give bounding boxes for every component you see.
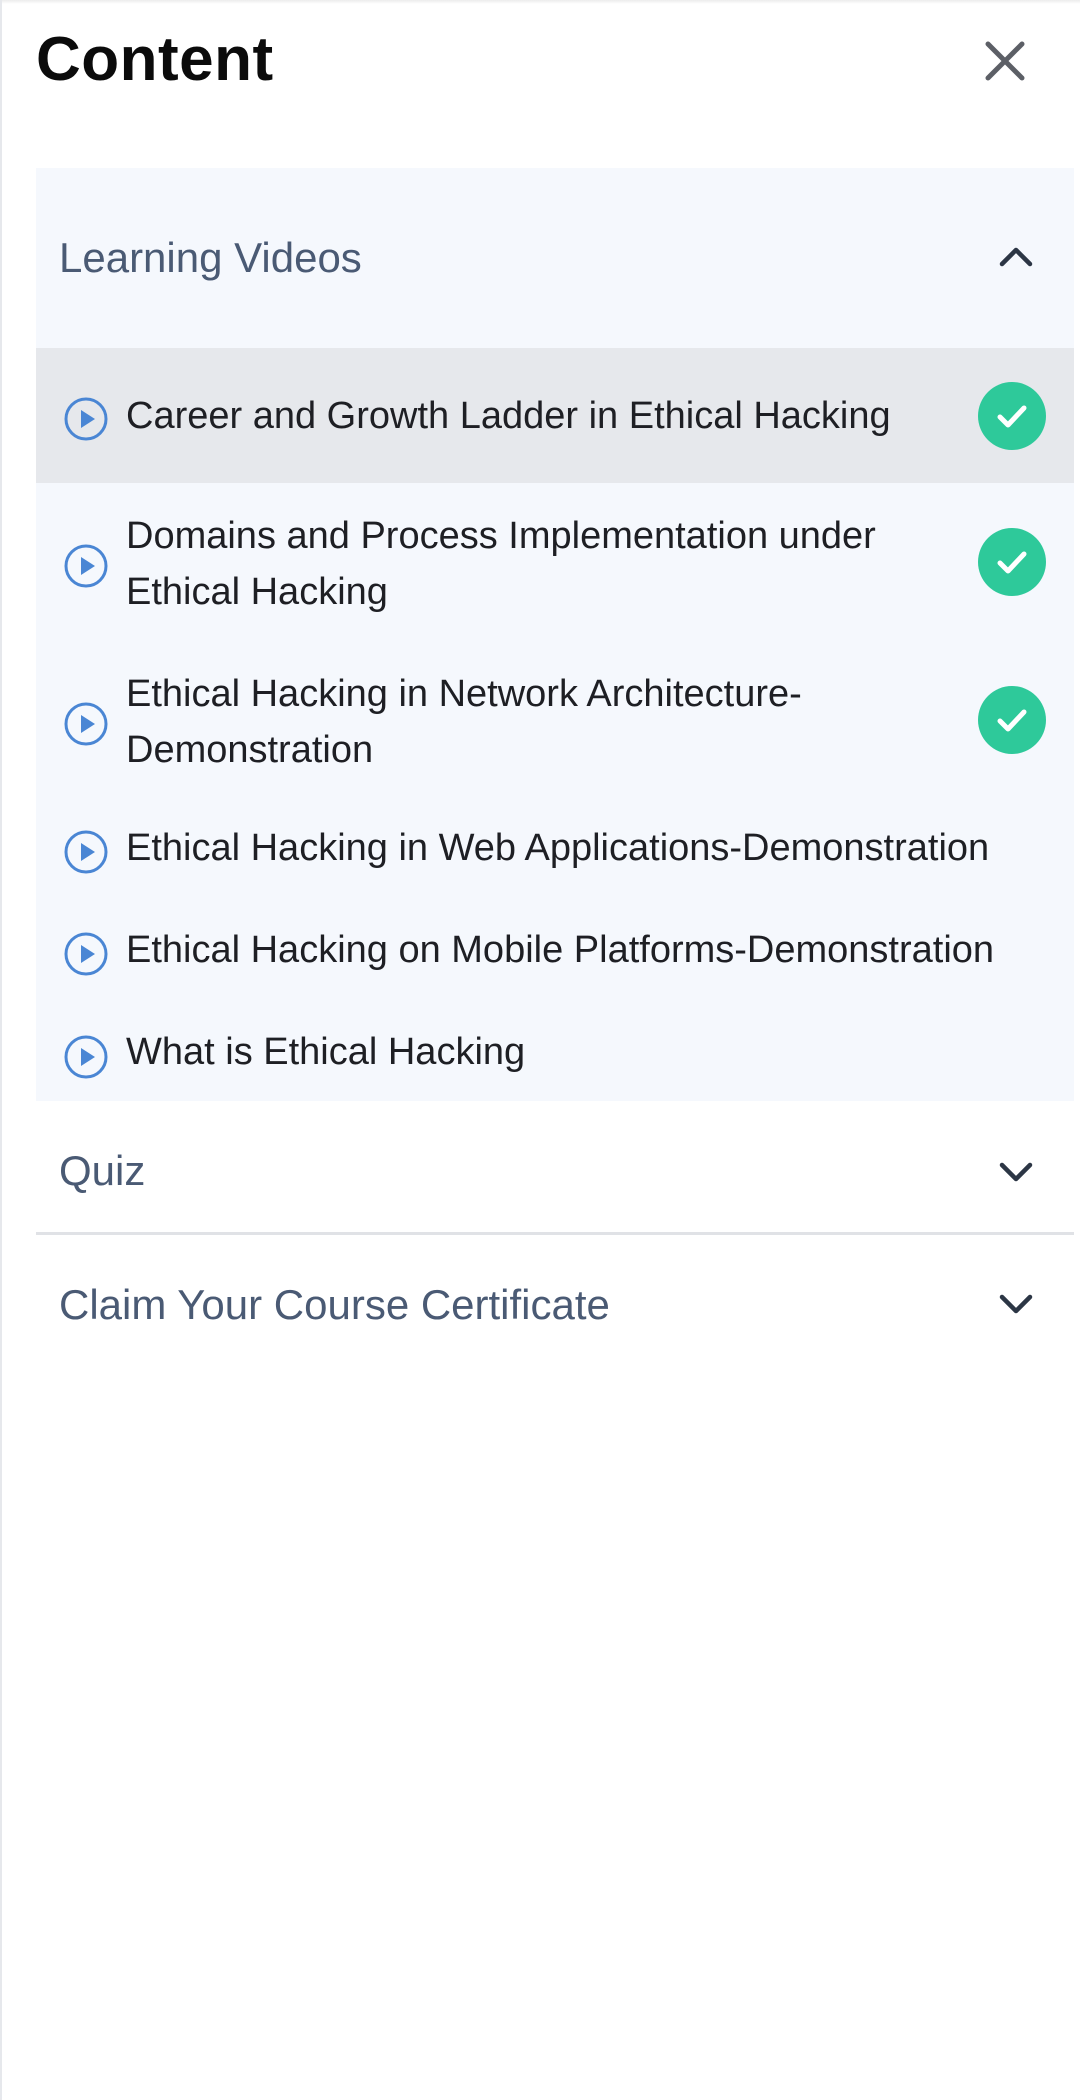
chevron-up-icon xyxy=(999,247,1033,267)
list-item[interactable]: Ethical Hacking on Mobile Platforms-Demo… xyxy=(36,896,1074,996)
page-title: Content xyxy=(36,25,274,94)
section-title: Claim Your Course Certificate xyxy=(59,1281,610,1328)
list-item[interactable]: Domains and Process Implementation under… xyxy=(36,483,1074,641)
play-circle-icon xyxy=(64,830,108,874)
section-quiz[interactable]: Quiz xyxy=(36,1101,1074,1232)
item-label: What is Ethical Hacking xyxy=(126,1024,926,1080)
chevron-down-icon xyxy=(999,1162,1033,1182)
item-label: Domains and Process Implementation under… xyxy=(126,508,926,620)
item-label-line: Ethical Hacking xyxy=(126,571,388,613)
list-item[interactable]: Ethical Hacking in Network Architecture-… xyxy=(36,641,1074,796)
completed-check-icon xyxy=(978,382,1046,450)
panel-header: Content xyxy=(2,0,1080,120)
play-circle-icon xyxy=(64,544,108,588)
content-panel: Content Learning Videos Career and Growt… xyxy=(0,0,1080,2100)
completed-check-icon xyxy=(978,686,1046,754)
play-circle-icon xyxy=(64,1035,108,1079)
section-learning-videos: Learning Videos Career and Growth Ladder… xyxy=(36,168,1074,1101)
item-label-line: Domains and Process Implementation under xyxy=(126,515,876,557)
play-circle-icon xyxy=(64,932,108,976)
section-certificate[interactable]: Claim Your Course Certificate xyxy=(36,1235,1074,1365)
play-circle-icon xyxy=(64,397,108,441)
section-title: Quiz xyxy=(59,1147,146,1194)
section-title: Learning Videos xyxy=(59,234,362,281)
item-label-line: Career and Growth Ladder in Ethical Hack… xyxy=(126,395,891,437)
list-item[interactable]: Ethical Hacking in Web Applications-Demo… xyxy=(36,796,1074,896)
item-label: Career and Growth Ladder in Ethical Hack… xyxy=(126,388,926,444)
item-label: Ethical Hacking in Web Applications-Demo… xyxy=(126,820,1056,876)
item-label-line: What is Ethical Hacking xyxy=(126,1031,526,1073)
close-icon xyxy=(985,41,1025,81)
play-circle-icon xyxy=(64,702,108,746)
item-label: Ethical Hacking in Network Architecture-… xyxy=(126,666,926,778)
list-item[interactable]: What is Ethical Hacking xyxy=(36,996,1074,1101)
item-label-line: Demonstration xyxy=(126,729,374,771)
item-label-line: Ethical Hacking in Network Architecture- xyxy=(126,673,802,715)
list-item[interactable]: Career and Growth Ladder in Ethical Hack… xyxy=(36,348,1074,483)
section-header-learning-videos[interactable]: Learning Videos xyxy=(36,168,1074,348)
item-label-line: Ethical Hacking in Web Applications-Demo… xyxy=(126,827,990,869)
chevron-down-icon xyxy=(999,1294,1033,1314)
item-label: Ethical Hacking on Mobile Platforms-Demo… xyxy=(126,922,1056,978)
close-button[interactable] xyxy=(970,26,1040,96)
item-label-line: Ethical Hacking on Mobile Platforms-Demo… xyxy=(126,929,995,971)
completed-check-icon xyxy=(978,528,1046,596)
